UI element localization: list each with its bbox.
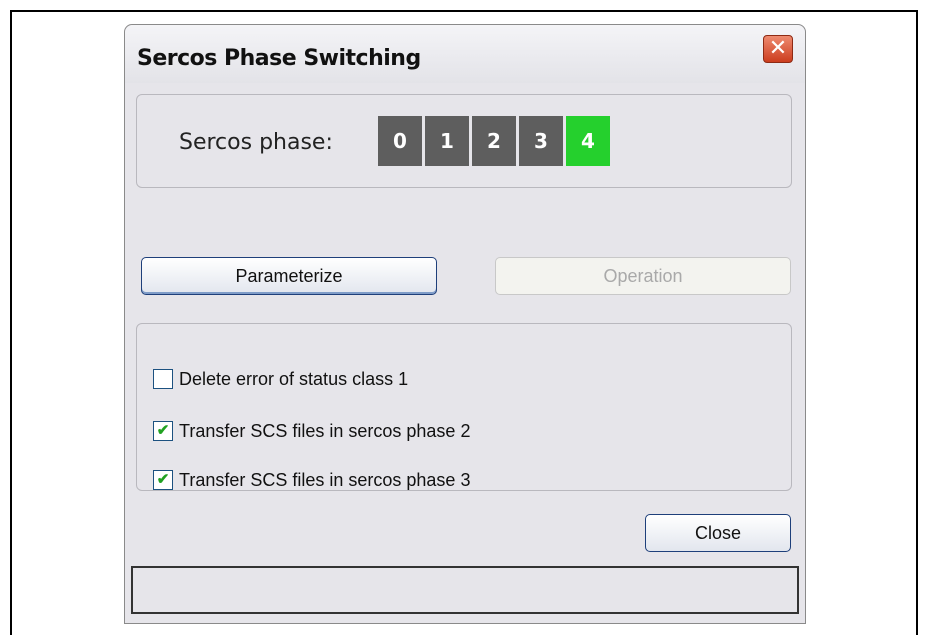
phase-box-0: 0 xyxy=(378,116,422,166)
checkbox-delete-error[interactable] xyxy=(153,369,173,389)
option-transfer-phase-2[interactable]: ✔ Transfer SCS files in sercos phase 2 xyxy=(153,420,470,442)
phase-label: Sercos phase: xyxy=(179,130,333,155)
checkbox-transfer-phase-2[interactable]: ✔ xyxy=(153,421,173,441)
phase-indicator: 0 1 2 3 4 xyxy=(378,116,613,166)
options-group: Delete error of status class 1 ✔ Transfe… xyxy=(136,323,792,491)
operation-button: Operation xyxy=(495,257,791,295)
checkbox-transfer-phase-3[interactable]: ✔ xyxy=(153,470,173,490)
phase-box-4: 4 xyxy=(566,116,610,166)
phase-box-1: 1 xyxy=(425,116,469,166)
title-bar: Sercos Phase Switching ✕ xyxy=(125,25,805,83)
phase-group: Sercos phase: 0 1 2 3 4 xyxy=(136,94,792,188)
status-bar xyxy=(131,566,799,614)
option-label: Delete error of status class 1 xyxy=(179,368,409,389)
option-delete-error[interactable]: Delete error of status class 1 xyxy=(153,368,408,390)
dialog-window: Sercos Phase Switching ✕ Sercos phase: 0… xyxy=(124,24,806,624)
window-title: Sercos Phase Switching xyxy=(137,46,421,71)
parameterize-button[interactable]: Parameterize xyxy=(141,257,437,295)
option-label: Transfer SCS files in sercos phase 3 xyxy=(179,469,471,490)
option-label: Transfer SCS files in sercos phase 2 xyxy=(179,420,471,441)
phase-box-2: 2 xyxy=(472,116,516,166)
close-button[interactable]: Close xyxy=(645,514,791,552)
option-transfer-phase-3[interactable]: ✔ Transfer SCS files in sercos phase 3 xyxy=(153,469,470,491)
close-icon[interactable]: ✕ xyxy=(763,35,793,63)
phase-box-3: 3 xyxy=(519,116,563,166)
